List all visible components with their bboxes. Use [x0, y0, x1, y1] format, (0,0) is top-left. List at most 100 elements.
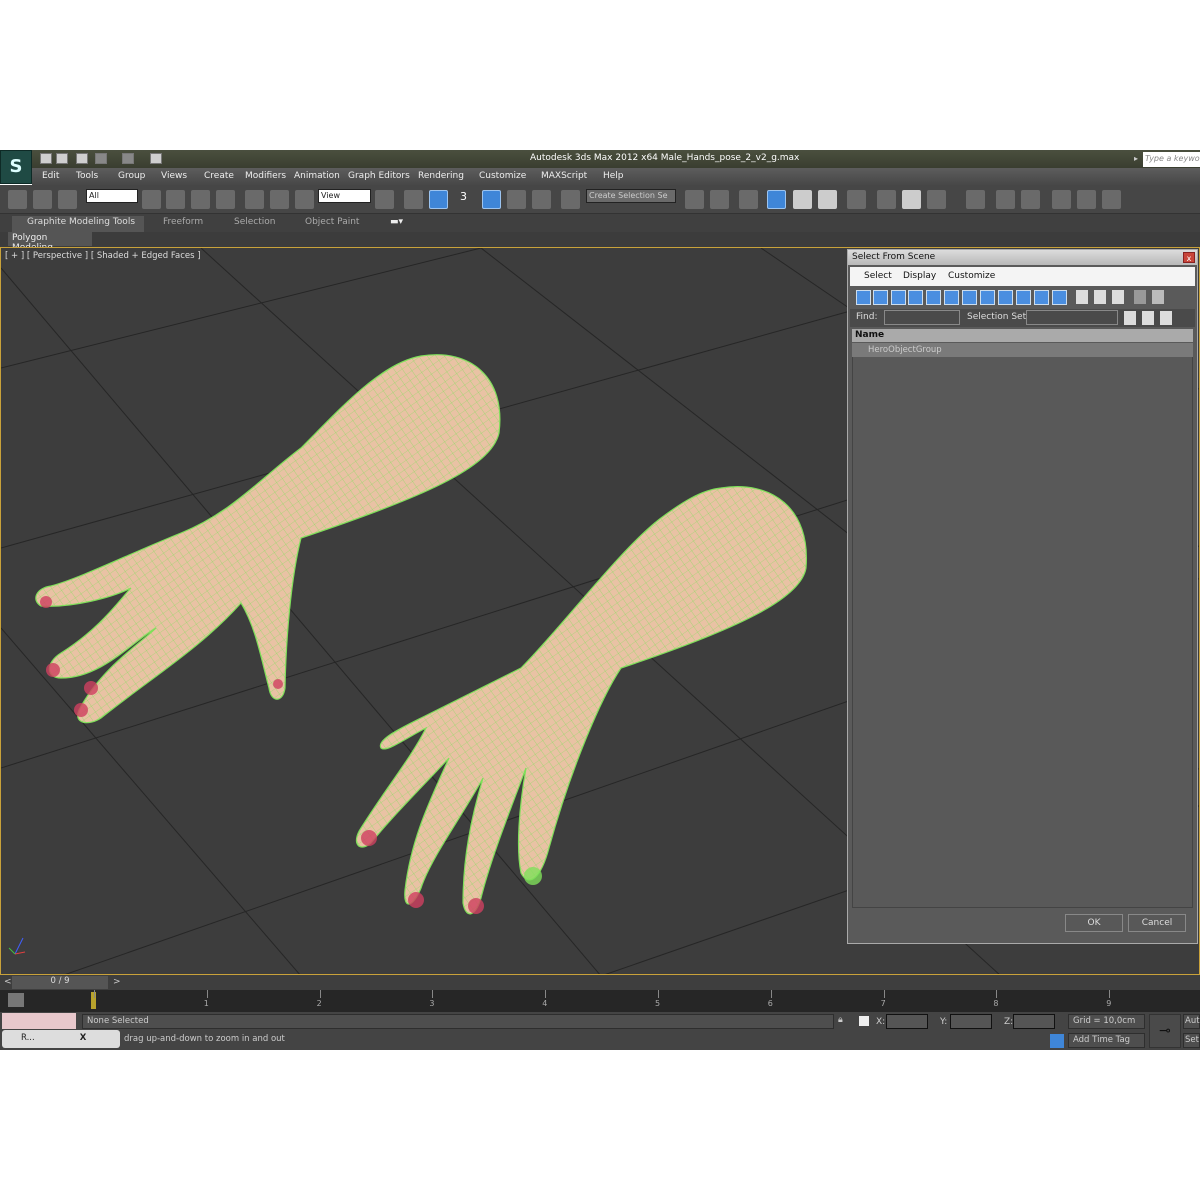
menu-views[interactable]: Views [161, 171, 187, 181]
tab-graphite-modeling-tools[interactable]: Graphite Modeling Tools [27, 217, 135, 227]
viewport-label[interactable]: [ + ] [ Perspective ] [ Shaded + Edged F… [5, 251, 201, 261]
maxscript-listener[interactable] [2, 1013, 76, 1029]
close-icon[interactable]: x [1183, 252, 1195, 263]
snap-toggle-button[interactable]: 3 [460, 190, 467, 203]
polygon-modeling-panel[interactable]: Polygon Modeling [8, 232, 92, 253]
lights-filter-icon[interactable] [891, 290, 906, 305]
project-folder-icon[interactable] [150, 153, 162, 164]
object-list[interactable] [852, 343, 1193, 908]
curve-editor-icon[interactable] [793, 190, 812, 209]
filter-options-icon[interactable] [1152, 290, 1164, 304]
menu-tools[interactable]: Tools [76, 171, 98, 181]
percent-snap-icon[interactable] [507, 190, 526, 209]
render-setup-icon[interactable] [877, 190, 896, 209]
align-icon[interactable] [710, 190, 729, 209]
lock-icon[interactable]: 🔒︎ [838, 1015, 843, 1025]
scale-icon[interactable] [295, 190, 314, 209]
list-item[interactable]: HeroObjectGroup [852, 343, 1193, 357]
hidden-filter-icon[interactable] [1052, 290, 1067, 305]
shapes-filter-icon[interactable] [873, 290, 888, 305]
pivot-center-icon[interactable] [375, 190, 394, 209]
geometry-filter-icon[interactable] [856, 290, 871, 305]
frozen-filter-icon[interactable] [1034, 290, 1049, 305]
open-file-icon[interactable] [56, 153, 68, 164]
selection-set-dropdown[interactable] [1026, 310, 1118, 325]
ok-button[interactable]: OK [1065, 914, 1123, 932]
ribbon-options-icon[interactable]: ▬▾ [390, 217, 403, 227]
absolute-mode-icon[interactable] [859, 1016, 869, 1026]
spacewarps-filter-icon[interactable] [944, 290, 959, 305]
set-key-button[interactable]: Set [1183, 1033, 1200, 1048]
select-object-icon[interactable] [142, 190, 161, 209]
curve-editor-mini-icon[interactable] [8, 993, 24, 1007]
time-prev-button[interactable]: < [4, 977, 12, 987]
previous-key-icon[interactable] [1052, 190, 1071, 209]
containers-filter-icon[interactable] [1016, 290, 1031, 305]
name-column-header[interactable]: Name [852, 329, 1193, 342]
particle-icon[interactable] [996, 190, 1015, 209]
bind-space-warp-icon[interactable] [58, 190, 77, 209]
play-icon[interactable] [1102, 190, 1121, 209]
groups-filter-icon[interactable] [962, 290, 977, 305]
time-slider[interactable]: < 0 / 9 > [0, 975, 1200, 990]
rotate-icon[interactable] [270, 190, 289, 209]
menu-create[interactable]: Create [204, 171, 234, 181]
layer-manager-icon[interactable] [739, 190, 758, 209]
edit-named-selection-icon[interactable] [561, 190, 580, 209]
menu-rendering[interactable]: Rendering [418, 171, 464, 181]
window-crossing-icon[interactable] [216, 190, 235, 209]
keyword-search-input[interactable]: Type a keyword [1143, 152, 1200, 167]
select-invert-icon[interactable] [1112, 290, 1124, 304]
menu-edit[interactable]: Edit [42, 171, 59, 181]
tab-freeform[interactable]: Freeform [163, 217, 203, 227]
bones-filter-icon[interactable] [998, 290, 1013, 305]
unlink-icon[interactable] [33, 190, 52, 209]
menu-graph-editors[interactable]: Graph Editors [348, 171, 410, 181]
cameras-filter-icon[interactable] [908, 290, 923, 305]
dialog-menu-select[interactable]: Select [864, 271, 892, 281]
rendered-frame-window-icon[interactable] [902, 190, 921, 209]
filter-icon[interactable] [1134, 290, 1146, 304]
helpers-filter-icon[interactable] [926, 290, 941, 305]
cancel-button[interactable]: Cancel [1128, 914, 1186, 932]
menu-help[interactable]: Help [603, 171, 624, 181]
time-tag-icon[interactable] [1050, 1034, 1064, 1048]
container-icon[interactable] [966, 190, 985, 209]
spinner-snap-icon[interactable] [532, 190, 551, 209]
time-slider-thumb[interactable]: 0 / 9 [12, 976, 108, 989]
select-none-icon[interactable] [1094, 290, 1106, 304]
dialog-menu-display[interactable]: Display [903, 271, 936, 281]
tab-object-paint[interactable]: Object Paint [305, 217, 359, 227]
undo-icon[interactable] [95, 153, 107, 164]
select-manipulate-icon[interactable] [404, 190, 423, 209]
x-coordinate-input[interactable] [886, 1014, 928, 1029]
selection-filter-dropdown[interactable]: All [86, 189, 138, 203]
save-file-icon[interactable] [76, 153, 88, 164]
add-time-tag-button[interactable]: Add Time Tag [1068, 1033, 1145, 1048]
minimized-window-tab[interactable]: R... X [2, 1030, 120, 1048]
scene-explorer-icon[interactable] [767, 190, 786, 209]
schematic-view-icon[interactable] [818, 190, 837, 209]
menu-modifiers[interactable]: Modifiers [245, 171, 286, 181]
move-icon[interactable] [245, 190, 264, 209]
select-all-icon[interactable] [1076, 290, 1088, 304]
material-editor-icon[interactable] [847, 190, 866, 209]
rectangle-selection-icon[interactable] [191, 190, 210, 209]
link-icon[interactable] [8, 190, 27, 209]
find-input[interactable] [884, 310, 960, 325]
tab-selection[interactable]: Selection [234, 217, 275, 227]
z-coordinate-input[interactable] [1013, 1014, 1055, 1029]
search-expand-icon[interactable]: ▸ [1134, 154, 1138, 163]
redo-icon[interactable] [122, 153, 134, 164]
dialog-menu-customize[interactable]: Customize [948, 271, 995, 281]
selection-set-remove-icon[interactable] [1142, 311, 1154, 325]
selection-set-edit-icon[interactable] [1160, 311, 1172, 325]
tape-icon[interactable] [1021, 190, 1040, 209]
reference-coordinate-dropdown[interactable]: View [318, 189, 371, 203]
menu-maxscript[interactable]: MAXScript [541, 171, 587, 181]
next-key-icon[interactable] [1077, 190, 1096, 209]
track-bar[interactable]: 1 2 3 4 5 6 7 8 9 [0, 990, 1200, 1012]
select-by-name-icon[interactable] [166, 190, 185, 209]
set-key-icon[interactable]: ⊸ [1149, 1014, 1181, 1048]
menu-customize[interactable]: Customize [479, 171, 526, 181]
